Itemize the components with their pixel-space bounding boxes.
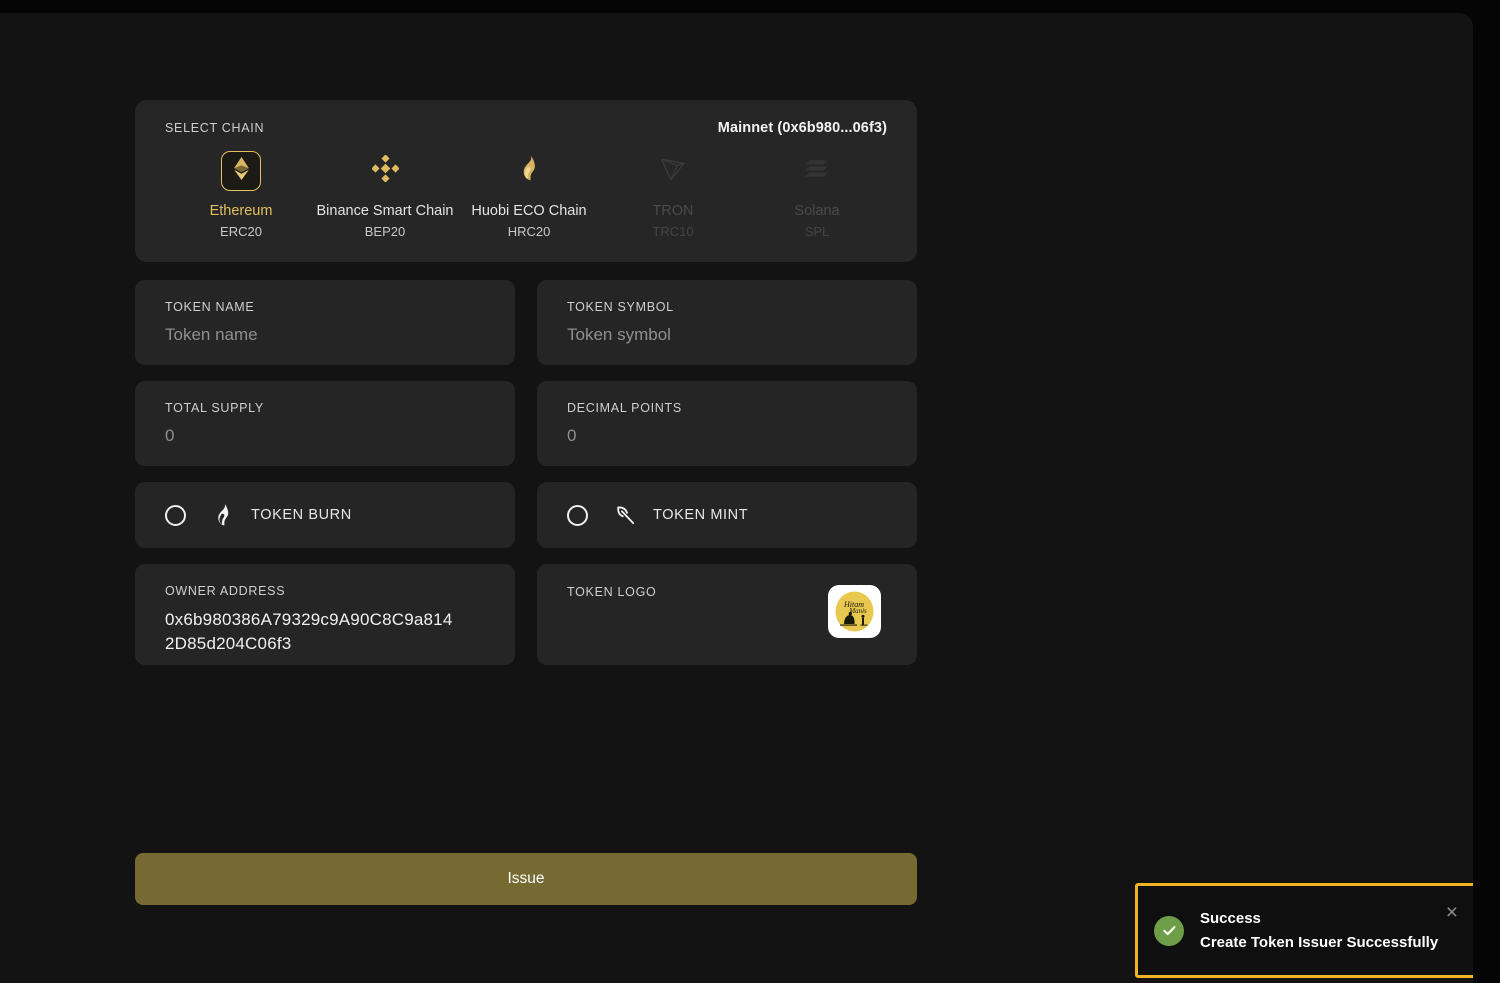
token-mint-row[interactable]: TOKEN MINT [537,482,917,548]
total-supply-input[interactable]: 0 [165,426,485,446]
tron-icon-box [653,151,693,191]
huobi-icon-box [509,151,549,191]
token-name-field[interactable]: TOKEN NAME Token name [135,280,515,365]
chain-name-solana: Solana [794,203,840,219]
toast-body: Success Create Token Issuer Successfully [1200,910,1443,951]
token-issuer-form: SELECT CHAIN Mainnet (0x6b980...06f3) Et… [135,100,917,665]
chain-name-tron: TRON [652,203,694,219]
token-name-label: TOKEN NAME [165,300,255,314]
chain-standard-solana: SPL [804,224,830,239]
chain-option-ethereum[interactable]: Ethereum ERC20 [169,151,313,239]
success-toast: Success Create Token Issuer Successfully… [1135,883,1473,978]
total-supply-label: TOTAL SUPPLY [165,401,264,415]
decimal-points-label: DECIMAL POINTS [567,401,682,415]
token-burn-label: TOKEN BURN [251,507,352,523]
binance-icon [370,154,400,187]
chain-standard-ethereum: ERC20 [220,224,262,239]
token-mint-label: TOKEN MINT [653,507,749,523]
chain-option-tron: TRON TRC10 [601,151,745,239]
decimal-points-field[interactable]: DECIMAL POINTS 0 [537,381,917,466]
chain-standard-tron: TRC10 [652,224,694,239]
token-fields-grid: TOKEN NAME Token name TOKEN SYMBOL Token… [135,280,917,665]
select-chain-header: SELECT CHAIN Mainnet (0x6b980...06f3) [163,120,889,136]
chain-name-ethereum: Ethereum [209,203,273,219]
close-icon[interactable]: × [1443,902,1461,923]
decimal-points-input[interactable]: 0 [567,426,887,446]
solana-icon-box [797,151,837,191]
solana-icon [805,159,829,183]
chain-standard-binance-smart-chain: BEP20 [364,224,406,239]
token-name-input[interactable]: Token name [165,325,485,345]
total-supply-field[interactable]: TOTAL SUPPLY 0 [135,381,515,466]
network-address-badge: Mainnet (0x6b980...06f3) [717,120,887,136]
token-logo-thumbnail-wrap: Hitam Manis ✕ [828,585,881,638]
remove-logo-icon[interactable]: ✕ [864,586,880,603]
tron-icon [660,157,686,186]
chain-list: Ethereum ERC20 Binance Smart Chain BEP20… [163,151,889,239]
issue-button[interactable]: Issue [135,853,917,905]
chain-name-huobi-eco-chain: Huobi ECO Chain [471,203,587,219]
pickaxe-icon [614,503,636,527]
chain-option-binance-smart-chain[interactable]: Binance Smart Chain BEP20 [313,151,457,239]
desktop-backdrop: SELECT CHAIN Mainnet (0x6b980...06f3) Et… [0,0,1500,983]
token-logo-label: TOKEN LOGO [567,585,657,599]
flame-icon [212,503,234,527]
owner-address-label: OWNER ADDRESS [165,584,286,598]
ethereum-icon [233,157,249,185]
success-check-icon [1154,915,1184,946]
token-mint-radio[interactable] [567,504,588,526]
owner-address-card: OWNER ADDRESS 0x6b980386A79329c9A90C8C9a… [135,564,515,665]
token-symbol-label: TOKEN SYMBOL [567,300,674,314]
token-symbol-field[interactable]: TOKEN SYMBOL Token symbol [537,280,917,365]
chain-standard-huobi-eco-chain: HRC20 [507,224,551,239]
chain-option-solana: Solana SPL [745,151,889,239]
token-burn-row[interactable]: TOKEN BURN [135,482,515,548]
token-symbol-input[interactable]: Token symbol [567,325,887,345]
binance-icon-box [365,151,405,191]
select-chain-card: SELECT CHAIN Mainnet (0x6b980...06f3) Et… [135,100,917,262]
owner-address-value: 0x6b980386A79329c9A90C8C9a8142D85d204C06… [165,610,453,653]
ethereum-icon-box [221,151,261,191]
app-window: SELECT CHAIN Mainnet (0x6b980...06f3) Et… [0,13,1473,983]
token-logo-card: TOKEN LOGO Hitam Manis ✕ [537,564,917,665]
chain-option-huobi-eco-chain[interactable]: Huobi ECO Chain HRC20 [457,151,601,239]
toast-title: Success [1200,910,1261,927]
flame-icon [520,155,538,187]
token-burn-radio[interactable] [165,504,186,526]
select-chain-label: SELECT CHAIN [165,121,265,135]
toast-message: Create Token Issuer Successfully [1200,934,1439,951]
chain-name-binance-smart-chain: Binance Smart Chain [316,203,454,219]
